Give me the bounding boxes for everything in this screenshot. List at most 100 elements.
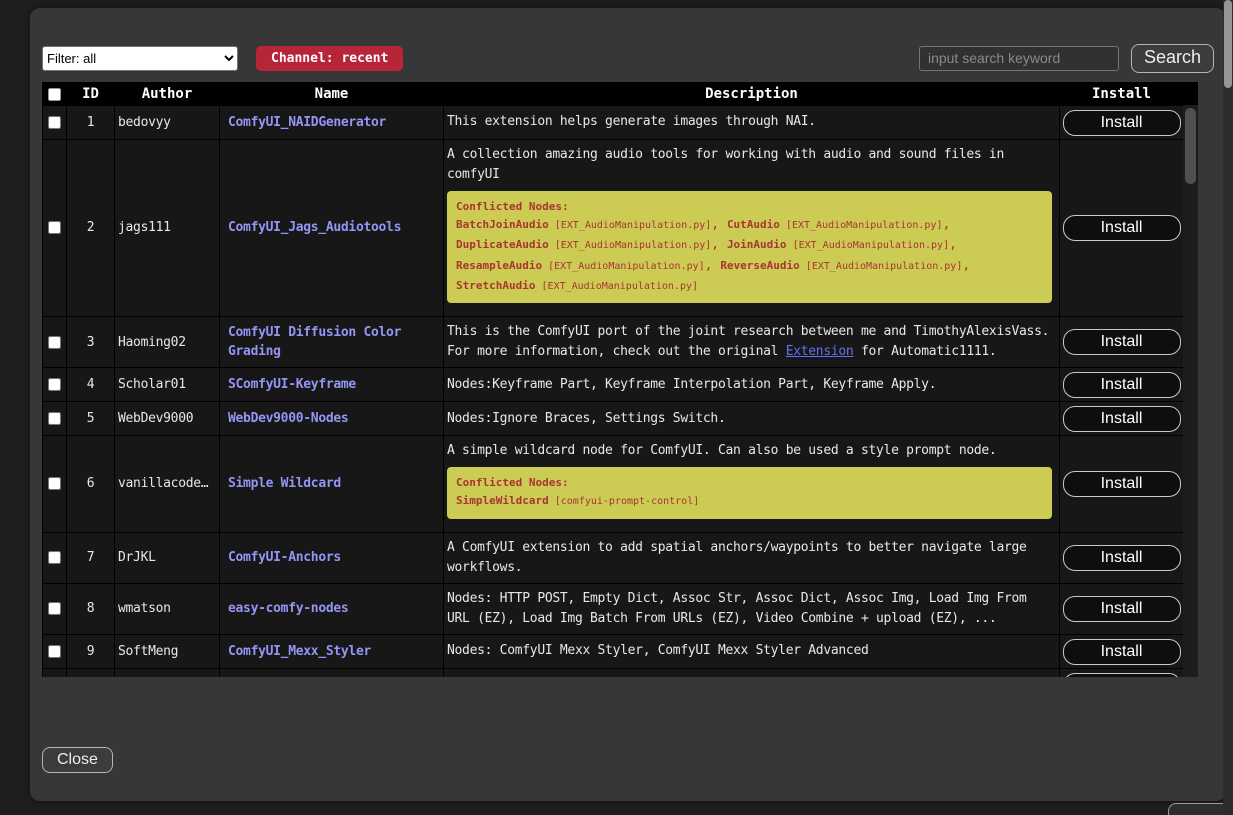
description-text: Nodes: ComfyUI Mexx Styler, ComfyUI Mexx… bbox=[447, 641, 1056, 661]
select-all-checkbox[interactable] bbox=[48, 88, 61, 101]
header-author: Author bbox=[115, 83, 220, 106]
row-install-cell: Install bbox=[1060, 532, 1184, 583]
row-install-cell: Install bbox=[1060, 140, 1184, 317]
row-checkbox[interactable] bbox=[48, 412, 61, 425]
extension-name-link[interactable]: Simple Wildcard bbox=[228, 476, 341, 491]
install-button[interactable]: Install bbox=[1063, 406, 1181, 432]
row-id: 2 bbox=[67, 140, 115, 317]
row-install-cell: Install bbox=[1060, 368, 1184, 402]
row-install-cell: Install bbox=[1060, 316, 1184, 367]
description-text: Nodes: HTTP POST, Empty Dict, Assoc Str,… bbox=[447, 589, 1056, 629]
conflict-node-name: JoinAudio bbox=[727, 238, 787, 251]
conflict-node-name: CutAudio bbox=[727, 218, 780, 231]
row-description-cell: Nodes: HTTP POST, Empty Dict, Assoc Str,… bbox=[444, 583, 1060, 634]
header-select-cell bbox=[43, 83, 67, 106]
extension-name-link[interactable]: easy-comfy-nodes bbox=[228, 601, 348, 616]
install-button[interactable]: Install bbox=[1063, 639, 1181, 665]
conflicted-nodes-title: Conflicted Nodes: bbox=[456, 474, 1043, 491]
row-select-cell bbox=[43, 635, 67, 669]
row-description-cell: Nodes: Yolov8Detection, Yolov8Segmentati… bbox=[444, 669, 1060, 677]
row-install-cell: Install bbox=[1060, 635, 1184, 669]
custom-nodes-table: ID Author Name Description Install 1bedo… bbox=[42, 82, 1198, 677]
page-scrollbar-thumb[interactable] bbox=[1224, 0, 1232, 88]
row-id: 4 bbox=[67, 368, 115, 402]
description-link[interactable]: Extension bbox=[786, 344, 854, 359]
description-text: A ComfyUI extension to add spatial ancho… bbox=[447, 538, 1056, 578]
conflicted-nodes-warning: Conflicted Nodes:SimpleWildcard [comfyui… bbox=[447, 467, 1052, 518]
row-select-cell bbox=[43, 436, 67, 532]
row-select-cell bbox=[43, 368, 67, 402]
install-button[interactable]: Install bbox=[1063, 110, 1181, 136]
row-select-cell bbox=[43, 532, 67, 583]
row-select-cell bbox=[43, 669, 67, 677]
install-button[interactable]: Install bbox=[1063, 215, 1181, 241]
conflict-node-name: ReverseAudio bbox=[720, 259, 799, 272]
row-description-cell: This is the ComfyUI port of the joint re… bbox=[444, 316, 1060, 367]
row-id: 7 bbox=[67, 532, 115, 583]
header-name: Name bbox=[220, 83, 444, 106]
extension-name-link[interactable]: ComfyUI_Jags_Audiotools bbox=[228, 220, 401, 235]
table-row: 4Scholar01 SComfyUI-Keyframe Nodes:Keyfram… bbox=[43, 368, 1184, 402]
table-row: 2jags111ComfyUI_Jags_AudiotoolsA collect… bbox=[43, 140, 1184, 317]
extension-name-link[interactable]: ComfyUI-Anchors bbox=[228, 550, 341, 565]
table-row: 5WebDev9000WebDev9000-NodesNodes:Ignore … bbox=[43, 402, 1184, 436]
row-checkbox[interactable] bbox=[48, 477, 61, 490]
close-button[interactable]: Close bbox=[42, 747, 113, 773]
conflict-node-name: ResampleAudio bbox=[456, 259, 542, 272]
extension-name-link[interactable]: ComfyUI Diffusion Color Grading bbox=[228, 325, 401, 360]
row-name-cell: ComfyUI Diffusion Color Grading bbox=[220, 316, 444, 367]
row-checkbox[interactable] bbox=[48, 116, 61, 129]
row-author: WebDev9000 bbox=[115, 402, 220, 436]
extension-name-link[interactable]: ComfyUI_Mexx_Styler bbox=[228, 644, 371, 659]
row-author: Haoming02 bbox=[115, 316, 220, 367]
extension-name-link[interactable]: SComfyUI-Keyframe bbox=[228, 377, 356, 392]
row-id: 6 bbox=[67, 436, 115, 532]
extension-name-link[interactable]: ComfyUI_NAIDGenerator bbox=[228, 115, 386, 130]
row-name-cell: ComfyUI-Anchors bbox=[220, 532, 444, 583]
extension-name-link[interactable]: WebDev9000-Nodes bbox=[228, 411, 348, 426]
install-button[interactable]: Install bbox=[1063, 545, 1181, 571]
description-text: This extension helps generate images thr… bbox=[447, 112, 1056, 132]
header-description: Description bbox=[444, 83, 1060, 106]
install-button[interactable]: Install bbox=[1063, 596, 1181, 622]
row-description-cell: A collection amazing audio tools for wor… bbox=[444, 140, 1060, 317]
row-author: DrJKL bbox=[115, 532, 220, 583]
row-id: 3 bbox=[67, 316, 115, 367]
row-name-cell: ComfyUI Yolov8 bbox=[220, 669, 444, 677]
row-checkbox[interactable] bbox=[48, 221, 61, 234]
install-button[interactable]: Install bbox=[1063, 372, 1181, 398]
install-button[interactable]: Install bbox=[1063, 471, 1181, 497]
table-scrollbar-thumb[interactable] bbox=[1185, 108, 1196, 184]
conflict-extension-name: [EXT_AudioManipulation.py] bbox=[800, 261, 963, 272]
row-description-cell: Nodes:Ignore Braces, Settings Switch. bbox=[444, 402, 1060, 436]
table-scrollbar[interactable] bbox=[1183, 105, 1198, 677]
install-button[interactable]: Install bbox=[1063, 329, 1181, 355]
row-author: Scholar01 bbox=[115, 368, 220, 402]
conflicted-nodes-list: SimpleWildcard [comfyui-prompt-control] bbox=[456, 491, 1043, 511]
page-scrollbar[interactable] bbox=[1223, 0, 1233, 815]
search-input[interactable] bbox=[919, 46, 1119, 71]
row-author: vanillacode… bbox=[115, 436, 220, 532]
table-header: ID Author Name Description Install bbox=[43, 83, 1184, 106]
install-custom-nodes-dialog: Filter: all Channel: recent Search ID Au… bbox=[30, 8, 1226, 801]
install-button[interactable]: Install bbox=[1063, 673, 1181, 677]
row-checkbox[interactable] bbox=[48, 551, 61, 564]
row-checkbox[interactable] bbox=[48, 336, 61, 349]
row-id: 9 bbox=[67, 635, 115, 669]
row-checkbox[interactable] bbox=[48, 602, 61, 615]
conflict-extension-name: [EXT_AudioManipulation.py] bbox=[542, 261, 705, 272]
table-row: 1bedovyyComfyUI_NAIDGeneratorThis extens… bbox=[43, 106, 1184, 140]
description-text: Nodes:Keyframe Part, Keyframe Interpolat… bbox=[447, 375, 1056, 395]
row-name-cell: ComfyUI_Jags_Audiotools bbox=[220, 140, 444, 317]
row-checkbox[interactable] bbox=[48, 645, 61, 658]
row-install-cell: Install bbox=[1060, 669, 1184, 677]
row-name-cell: SComfyUI-Keyframe bbox=[220, 368, 444, 402]
conflict-node-name: StretchAudio bbox=[456, 279, 535, 292]
table-row: 3Haoming02ComfyUI Diffusion Color Gradin… bbox=[43, 316, 1184, 367]
channel-badge: Channel: recent bbox=[256, 46, 403, 71]
conflicted-nodes-title: Conflicted Nodes: bbox=[456, 198, 1043, 215]
row-checkbox[interactable] bbox=[48, 378, 61, 391]
filter-select[interactable]: Filter: all bbox=[42, 46, 238, 71]
conflict-extension-name: [EXT_AudioManipulation.py] bbox=[549, 220, 712, 231]
search-button[interactable]: Search bbox=[1131, 44, 1214, 73]
